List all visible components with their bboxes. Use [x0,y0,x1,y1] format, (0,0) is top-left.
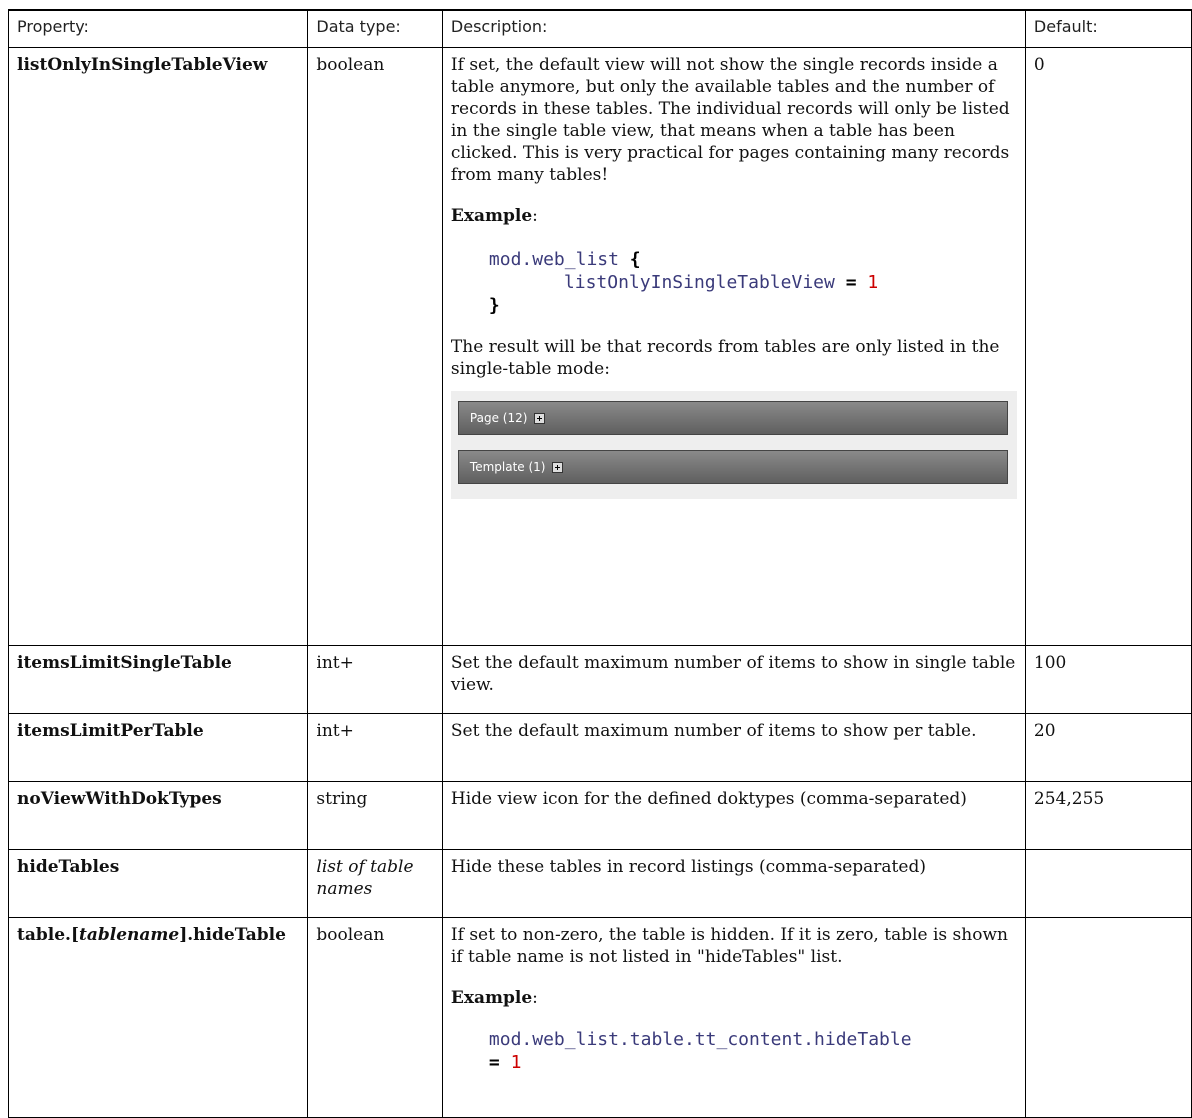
data-type: boolean [307,917,443,1118]
description-text: If set to non-zero, the table is hidden.… [450,925,1008,967]
table-row: table.[tablename].hideTable boolean If s… [7,917,1192,1118]
data-type: string [307,781,443,850]
data-type: int+ [307,645,443,714]
property-suffix: ].hideTable [179,925,286,945]
description-text: Set the default maximum number of items … [441,645,1026,714]
table-bar-template: Template (1) [457,450,1008,484]
code-object: mod.web_list [488,249,619,270]
default-value: 254,255 [1024,781,1192,850]
property-name: itemsLimitSingleTable [7,645,309,714]
property-placeholder: tablename [79,925,180,945]
description-cell: If set to non-zero, the table is hidden.… [441,917,1026,1118]
code-brace-open: { [629,249,641,270]
properties-table: Property: Data type: Description: Defaul… [7,9,1192,1118]
description-text: Set the default maximum number of items … [441,713,1026,782]
header-data-type: Data type: [307,9,443,48]
code-object: mod.web_list.table.tt_content.hideTable [488,1029,912,1050]
table-bar-page: Page (12) [457,401,1008,435]
table-row: noViewWithDokTypes string Hide view icon… [7,781,1192,850]
header-property: Property: [7,9,309,48]
code-equals: = [488,1052,500,1073]
property-name: table.[tablename].hideTable [7,917,309,1118]
code-brace-close: } [488,295,500,316]
default-value: 20 [1024,713,1192,782]
data-type: int+ [307,713,443,782]
example-colon: : [532,206,538,226]
code-example: mod.web_list.table.tt_content.hideTable … [489,1028,1017,1074]
data-type: list of table names [307,849,443,918]
code-value: 1 [510,1052,522,1073]
property-name: listOnlyInSingleTableView [7,47,309,646]
description-text: If set, the default view will not show t… [450,55,1010,185]
default-value: 100 [1024,645,1192,714]
default-value [1024,849,1192,918]
example-heading: Example: [451,987,1017,1009]
code-example: mod.web_list { listOnlyInSingleTableView… [489,248,1017,317]
screenshot-single-table-mode: Page (12) Template (1) [450,391,1017,499]
table-bar-label: Page (12) [469,411,528,425]
description-text: Hide these tables in record listings (co… [441,849,1026,918]
property-prefix: table.[ [17,925,79,945]
table-row: itemsLimitSingleTable int+ Set the defau… [7,645,1192,714]
header-default: Default: [1024,9,1192,48]
example-label: Example [450,206,533,226]
data-type: boolean [307,47,443,646]
expand-plus-icon [552,461,564,473]
table-row: listOnlyInSingleTableView boolean If set… [7,47,1192,646]
table-bar-label: Template (1) [469,460,546,474]
result-text: The result will be that records from tab… [450,337,1000,379]
property-name: noViewWithDokTypes [7,781,309,850]
code-equals: = [845,272,857,293]
description-text: Hide view icon for the defined doktypes … [441,781,1026,850]
default-value [1024,917,1192,1118]
example-colon: : [532,988,538,1008]
expand-plus-icon [534,412,546,424]
table-row: hideTables list of table names Hide thes… [7,849,1192,918]
example-label: Example [450,988,533,1008]
code-value: 1 [867,272,879,293]
property-name: hideTables [7,849,309,918]
example-heading: Example: [451,205,1017,227]
property-name: itemsLimitPerTable [7,713,309,782]
code-property: listOnlyInSingleTableView [563,272,835,293]
table-row: itemsLimitPerTable int+ Set the default … [7,713,1192,782]
description-cell: If set, the default view will not show t… [441,47,1026,646]
default-value: 0 [1024,47,1192,646]
header-description: Description: [441,9,1026,48]
table-header-row: Property: Data type: Description: Defaul… [7,9,1192,48]
